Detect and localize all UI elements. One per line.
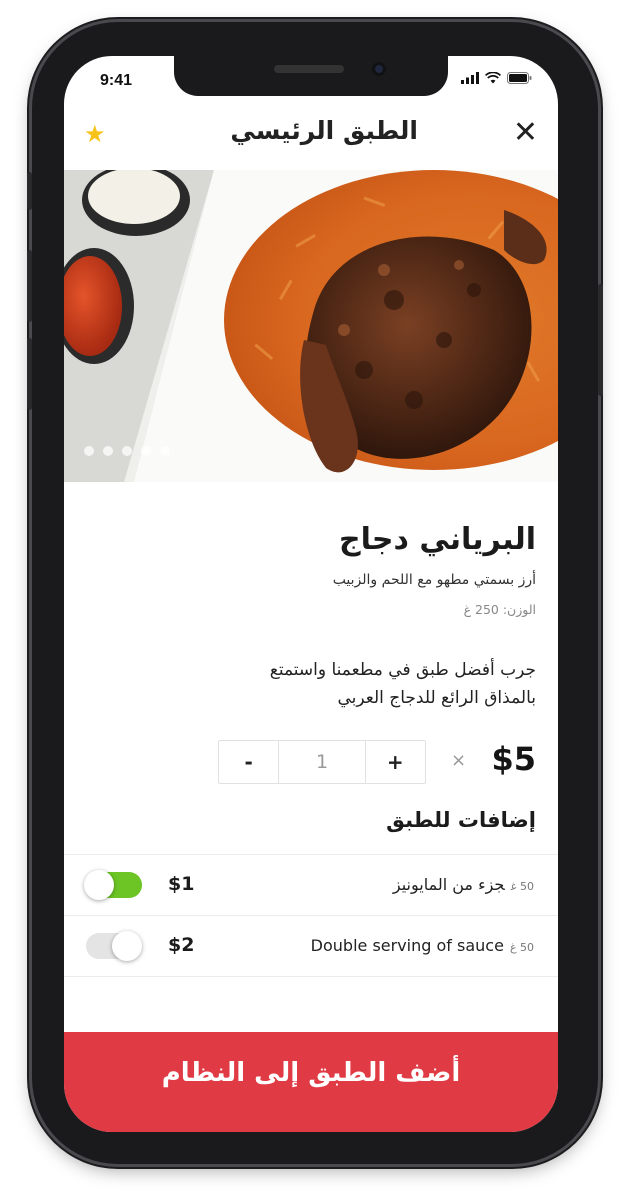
extras-title: إضافات للطبق — [386, 808, 536, 832]
increase-button[interactable]: + — [366, 741, 425, 783]
extra-price: $1 — [168, 873, 195, 895]
star-icon[interactable]: ★ — [84, 120, 106, 148]
add-to-order-button[interactable]: أضف الطبق إلى النظام — [64, 1032, 558, 1132]
wifi-icon — [485, 72, 501, 84]
toggle-knob — [112, 931, 142, 961]
app-screen: 9:41 ★ الطبق الرئيسي ✕ البرياني دجاج أرز… — [64, 56, 558, 1132]
extras-list: $1 50 غ جزء من المايونيز $2 50 غ Double se… — [64, 854, 558, 977]
volume-up-button — [27, 250, 32, 322]
power-button — [598, 284, 603, 396]
status-icons — [461, 72, 532, 84]
volume-down-button — [27, 338, 32, 410]
status-time: 9:41 — [100, 72, 133, 89]
extra-name: 50 غ جزء من المايونيز — [393, 875, 534, 894]
quantity-stepper: - 1 + — [218, 740, 426, 784]
dish-long-description: جرب أفضل طبق في مطعمنا واستمتع بالمذاق ا… — [269, 660, 536, 708]
extra-label: Double serving of sauce — [310, 936, 504, 955]
multiply-sign: × — [451, 750, 467, 771]
dish-short-description: أرز بسمتي مطهو مع اللحم والزبيب — [332, 572, 536, 588]
pagination-dot[interactable] — [84, 446, 94, 456]
pagination-dot[interactable] — [160, 446, 170, 456]
extra-weight: 50 غ — [510, 880, 534, 893]
notch — [174, 56, 448, 96]
quantity-value[interactable]: 1 — [279, 741, 366, 783]
pagination-dot[interactable] — [141, 446, 151, 456]
dish-weight: الوزن: 250 غ — [463, 602, 536, 617]
add-to-order-label: أضف الطبق إلى النظام — [161, 1058, 461, 1088]
dish-photo — [64, 170, 558, 482]
image-pagination[interactable] — [84, 446, 170, 456]
page-title: الطبق الرئيسي — [230, 116, 418, 145]
signal-icon — [461, 72, 479, 84]
dish-image[interactable] — [64, 170, 558, 482]
mute-switch — [27, 172, 32, 210]
header: ★ الطبق الرئيسي ✕ — [64, 114, 558, 170]
extra-toggle[interactable] — [84, 870, 142, 900]
speaker — [274, 65, 344, 73]
extra-toggle[interactable] — [86, 931, 142, 961]
extra-name: 50 غ Double serving of sauce — [311, 936, 534, 955]
decrease-button[interactable]: - — [219, 741, 280, 783]
toggle-knob — [84, 870, 114, 900]
extra-item: $2 50 غ Double serving of sauce — [64, 916, 558, 977]
dish-name: البرياني دجاج — [339, 522, 536, 557]
extra-label: جزء من المايونيز — [392, 875, 505, 894]
front-camera — [372, 62, 386, 76]
pagination-dot[interactable] — [103, 446, 113, 456]
pagination-dot[interactable] — [122, 446, 132, 456]
dish-price: $5 — [491, 740, 536, 778]
close-icon[interactable]: ✕ — [513, 118, 538, 148]
battery-icon — [507, 72, 532, 84]
extra-item: $1 50 غ جزء من المايونيز — [64, 855, 558, 916]
extra-weight: 50 غ — [509, 941, 534, 954]
extra-price: $2 — [168, 934, 195, 956]
